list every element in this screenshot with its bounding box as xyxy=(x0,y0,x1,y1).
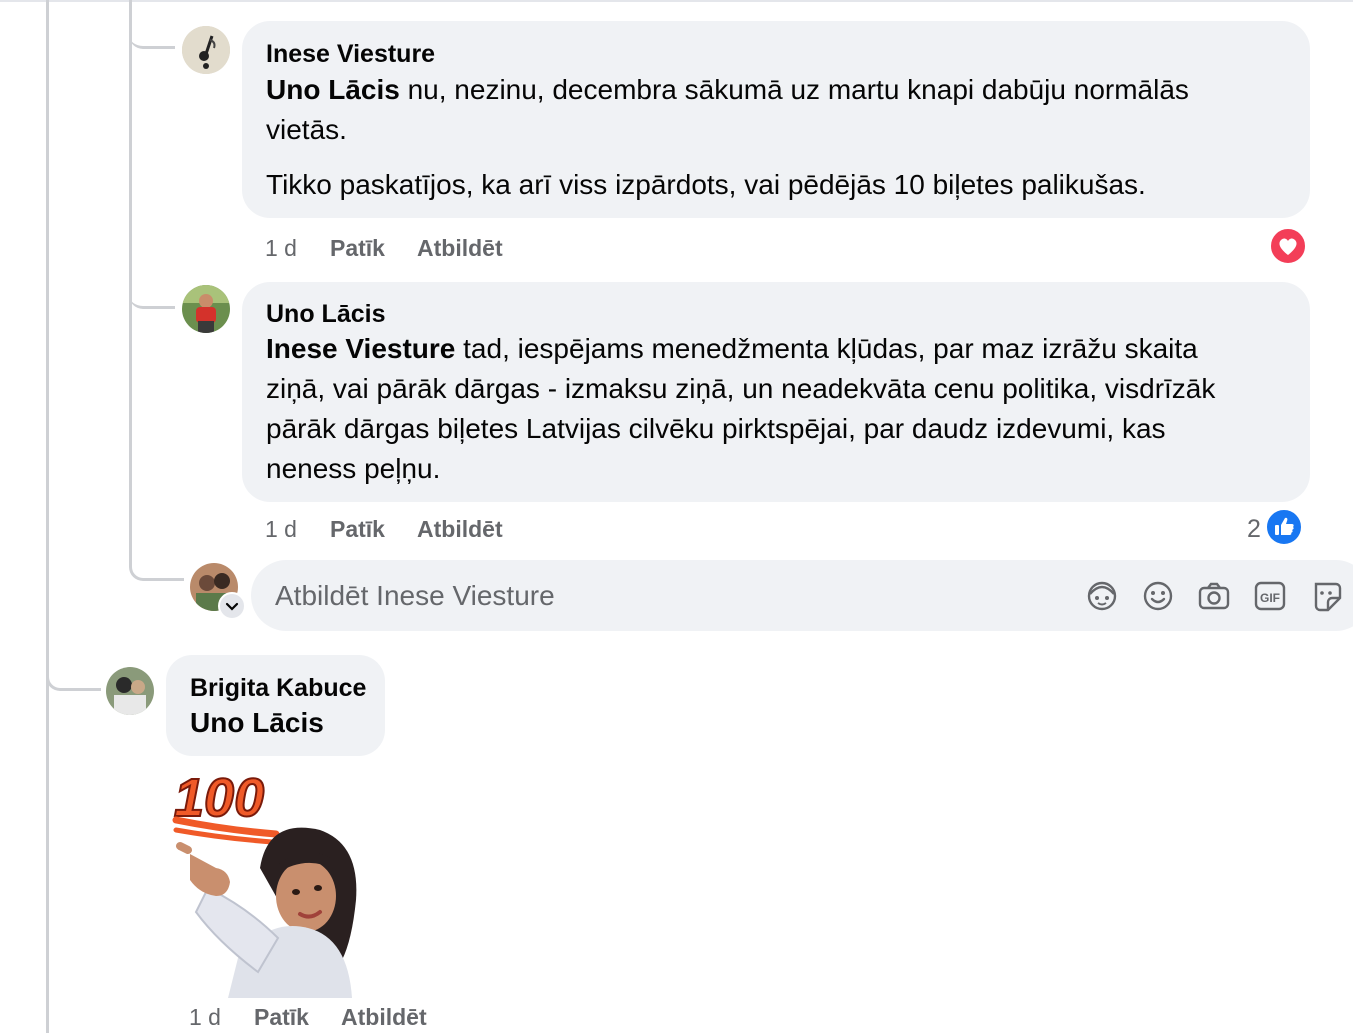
comment-text: Uno Lācis nu, nezinu, decembra sākumā uz… xyxy=(266,70,1296,150)
sticker-image: 100 xyxy=(168,758,368,998)
comment-author[interactable]: Brigita Kabuce xyxy=(190,674,366,703)
reply-button[interactable]: Atbildēt xyxy=(341,1004,427,1031)
avatar-image xyxy=(182,26,230,74)
mention-link[interactable]: Uno Lācis xyxy=(266,74,400,105)
reply-button[interactable]: Atbildēt xyxy=(417,516,503,543)
like-reaction-icon[interactable] xyxy=(1265,508,1303,546)
comment-text-line: nu, nezinu, decembra sākumā uz martu kna… xyxy=(399,74,1189,105)
gif-label: GIF xyxy=(1260,591,1280,605)
comment-timestamp[interactable]: 1 d xyxy=(265,516,297,543)
avatar-inese-viesture[interactable] xyxy=(182,26,230,74)
like-button[interactable]: Patīk xyxy=(330,516,385,543)
comment-author[interactable]: Uno Lācis xyxy=(266,300,385,329)
comment-timestamp[interactable]: 1 d xyxy=(265,235,297,262)
comment-timestamp[interactable]: 1 d xyxy=(189,1004,221,1031)
comment-author[interactable]: Inese Viesture xyxy=(266,40,435,69)
account-switch-chevron-icon[interactable] xyxy=(218,592,246,620)
avatar-brigita-kabuce[interactable] xyxy=(106,667,154,715)
avatar-uno-lacis[interactable] xyxy=(182,285,230,333)
sticker-icon[interactable] xyxy=(1308,578,1344,614)
thread-connector-4 xyxy=(46,650,101,691)
avatar-sticker-icon[interactable] xyxy=(1084,578,1120,614)
reply-input-placeholder[interactable]: Atbildēt Inese Viesture xyxy=(275,580,555,612)
avatar-image xyxy=(106,667,154,715)
mention-link[interactable]: Uno Lācis xyxy=(190,703,324,743)
thread-connector-3 xyxy=(129,540,184,581)
gif-icon[interactable]: GIF xyxy=(1252,578,1288,614)
thread-connector-2 xyxy=(129,270,175,309)
top-divider xyxy=(0,0,1353,2)
comment-text-line: neness peļņu. xyxy=(266,453,441,484)
comment-text-line: vietās. xyxy=(266,114,347,145)
like-button[interactable]: Patīk xyxy=(330,235,385,262)
comment-text: Inese Viesture tad, iespējams menedžment… xyxy=(266,329,1296,489)
heart-reaction-icon[interactable] xyxy=(1269,227,1307,265)
comment-text-line: ziņā, vai pārāk dārgas - izmaksu ziņā, u… xyxy=(266,373,1216,404)
thread-line-outer xyxy=(46,0,49,1033)
comment-text-line: tad, iespējams menedžmenta kļūdas, par m… xyxy=(455,333,1198,364)
comment-text-line: pārāk dārgas biļetes Latvijas cilvēku pi… xyxy=(266,413,1166,444)
reaction-count[interactable]: 2 xyxy=(1247,515,1261,544)
like-button[interactable]: Patīk xyxy=(254,1004,309,1031)
reply-button[interactable]: Atbildēt xyxy=(417,235,503,262)
camera-icon[interactable] xyxy=(1196,578,1232,614)
emoji-icon[interactable] xyxy=(1140,578,1176,614)
comment-text-paragraph: Tikko paskatījos, ka arī viss izpārdots,… xyxy=(266,169,1146,200)
thread-connector-1 xyxy=(129,10,175,49)
avatar-image xyxy=(182,285,230,333)
mention-link[interactable]: Inese Viesture xyxy=(266,333,455,364)
